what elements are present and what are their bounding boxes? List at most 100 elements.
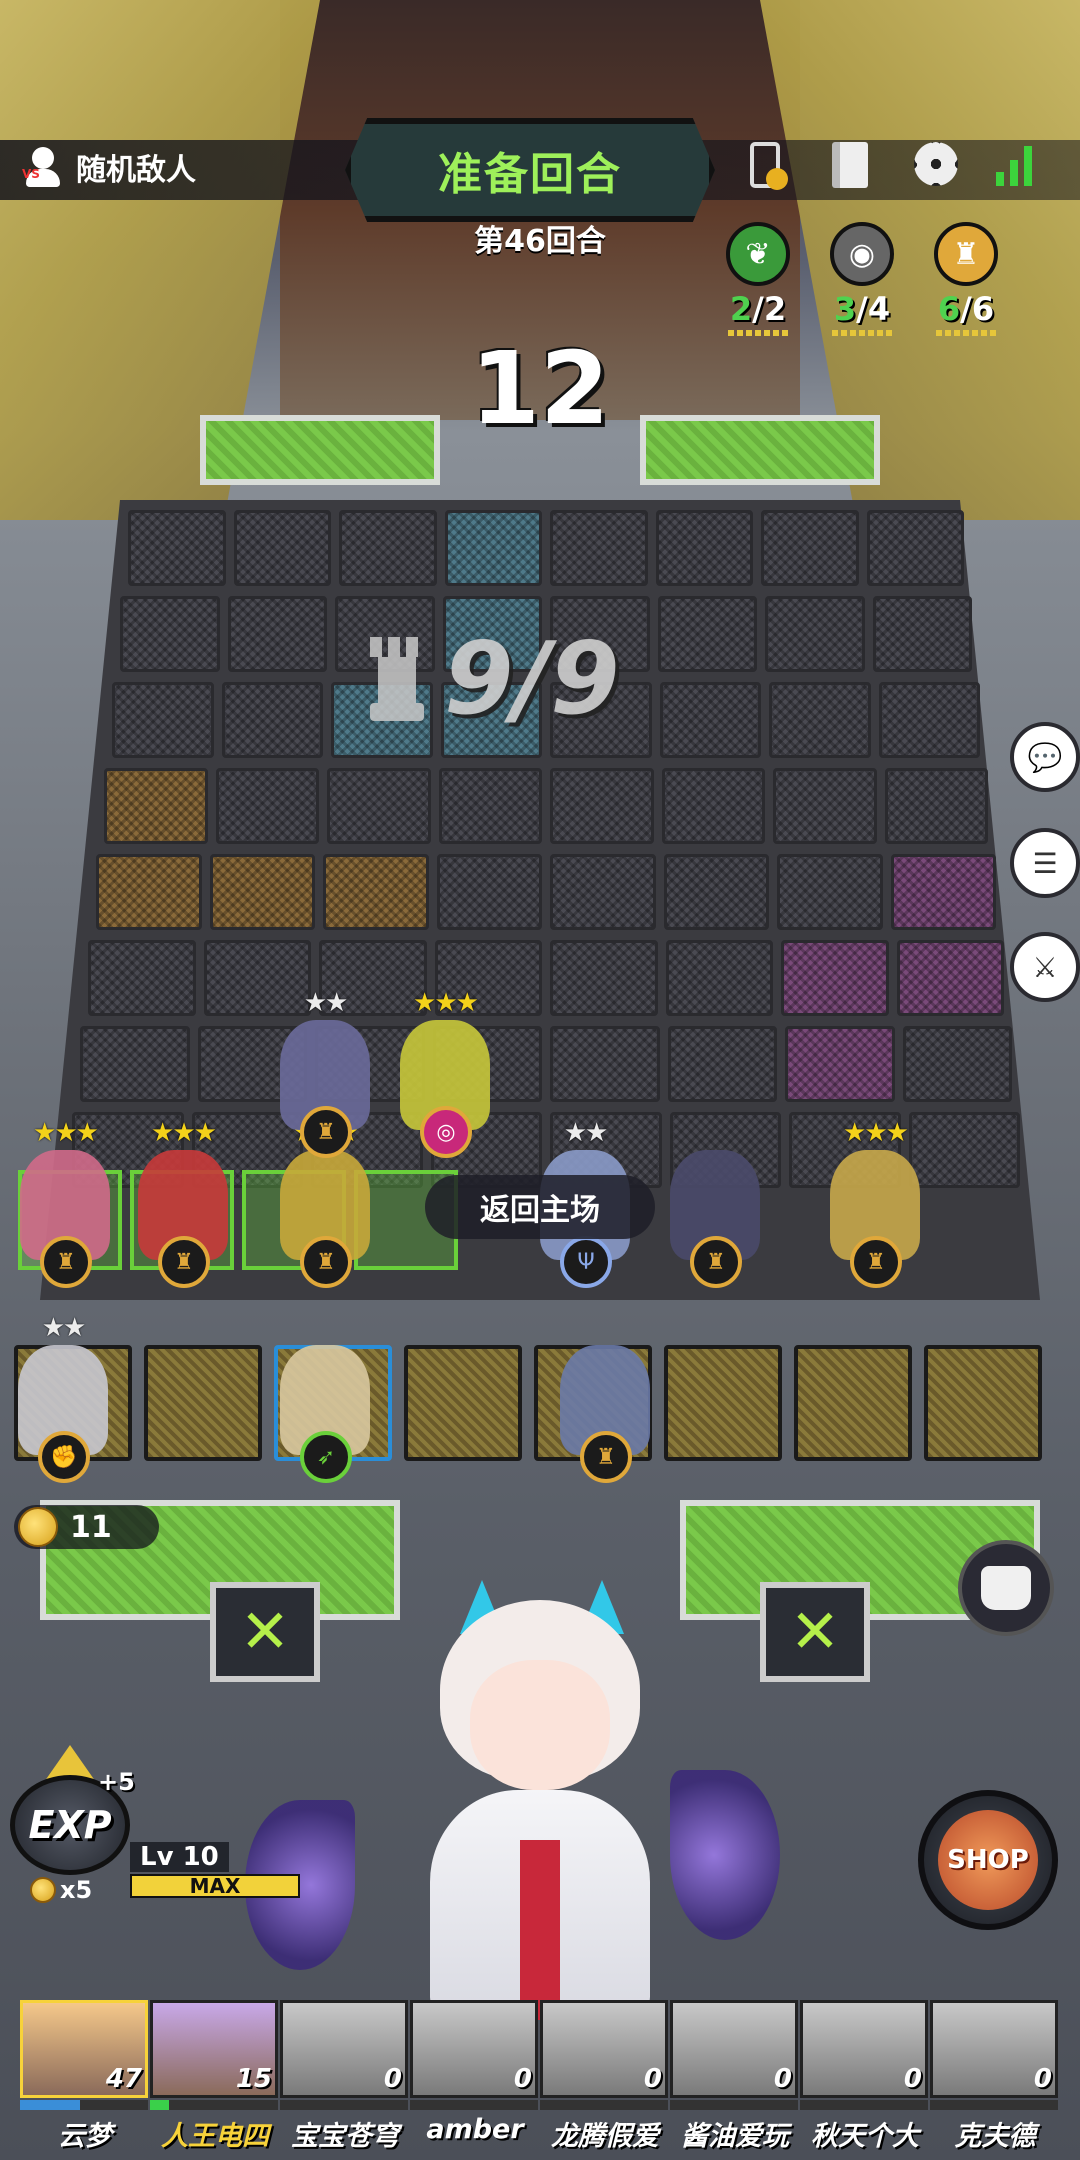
player-card[interactable]: 47 云梦 <box>20 2000 150 2160</box>
player-card[interactable]: 15 人王电四 <box>150 2000 280 2160</box>
board-tile[interactable] <box>902 1026 1012 1102</box>
board-tile[interactable] <box>323 854 429 930</box>
board-tile[interactable] <box>890 854 996 930</box>
board-tile[interactable] <box>769 682 871 758</box>
board-tile[interactable] <box>777 854 883 930</box>
board-tile[interactable] <box>550 1026 660 1102</box>
board-tile[interactable] <box>663 854 769 930</box>
trait-list: ❦ 2/2 ◉ 3/4 ♜ 6/6 <box>720 222 1004 336</box>
board-tile[interactable] <box>765 596 865 672</box>
board-tile[interactable] <box>657 596 757 672</box>
board-tile[interactable] <box>655 510 753 586</box>
book-icon[interactable] <box>832 142 876 190</box>
trait-item[interactable]: ♜ 6/6 <box>928 222 1004 336</box>
board-tile[interactable] <box>104 768 208 844</box>
crest-icon: ♜ <box>850 1236 902 1288</box>
player-hp-bar <box>800 2100 928 2110</box>
enemy-indicator[interactable]: VS 随机敌人 <box>22 145 196 189</box>
board-tile[interactable] <box>659 682 761 758</box>
level-text: Lv 10 <box>130 1842 229 1872</box>
player-card[interactable]: 0 酱油爱玩 <box>670 2000 800 2160</box>
bench-slot[interactable] <box>794 1345 912 1461</box>
board-tile[interactable] <box>438 768 542 844</box>
board-tile[interactable] <box>550 940 658 1016</box>
fist-icon: ✊ <box>38 1431 90 1483</box>
board-tile[interactable] <box>209 854 315 930</box>
tactician-avatar[interactable] <box>380 1580 700 2020</box>
board-champion[interactable]: ♜ <box>660 1150 770 1290</box>
bench-slot[interactable] <box>664 1345 782 1461</box>
trait-count: 2/2 <box>729 290 787 328</box>
board-tile[interactable] <box>884 768 988 844</box>
player-hp: 0 <box>513 2064 532 2094</box>
board-tile[interactable] <box>339 510 437 586</box>
board-tile[interactable] <box>773 768 877 844</box>
battle-log-button[interactable]: ⚔ <box>1010 932 1080 1002</box>
trait-item[interactable]: ❦ 2/2 <box>720 222 796 336</box>
board-tile[interactable] <box>872 596 972 672</box>
board-tile[interactable] <box>665 940 773 1016</box>
trait-item[interactable]: ◉ 3/4 <box>824 222 900 336</box>
bench-champion[interactable]: ➶ <box>270 1345 380 1485</box>
board-tile[interactable] <box>327 768 431 844</box>
player-card[interactable]: 0 秋天个大 <box>800 2000 930 2160</box>
enemy-label-text: 随机敌人 <box>76 153 196 188</box>
board-tile[interactable] <box>88 940 196 1016</box>
board-champion[interactable]: ★★★♜ <box>10 1118 120 1290</box>
phone-sync-icon[interactable] <box>750 142 794 190</box>
bench-slot[interactable] <box>144 1345 262 1461</box>
player-name: 宝宝苍穹 <box>291 2121 399 2152</box>
chat-button[interactable]: 💬 <box>1010 722 1080 792</box>
board-champion[interactable]: ★★★ ◎ <box>390 988 500 1160</box>
board-tile[interactable] <box>215 768 319 844</box>
leaf-icon: ❦ <box>726 222 790 286</box>
board-tile[interactable] <box>667 1026 777 1102</box>
player-name: 克夫德 <box>954 2121 1036 2152</box>
board-tile[interactable] <box>221 682 323 758</box>
board-champion[interactable]: ★★★♜ <box>128 1118 238 1290</box>
board-tile[interactable] <box>785 1026 895 1102</box>
board-tile[interactable] <box>444 510 542 586</box>
board-tile[interactable] <box>128 510 226 586</box>
bench-champion[interactable]: ♜ <box>550 1345 660 1485</box>
return-home-tooltip[interactable]: 返回主场 <box>425 1175 655 1239</box>
player-card[interactable]: 0 龙腾假爱 <box>540 2000 670 2160</box>
board-tile[interactable] <box>227 596 327 672</box>
board-champion[interactable]: ★★ ♜ <box>270 988 380 1160</box>
bench-champion[interactable]: ★★ ✊ <box>8 1313 118 1485</box>
board-champion[interactable]: ★★★♜ <box>820 1118 930 1290</box>
gear-icon[interactable] <box>914 142 958 190</box>
x-pad-right-icon: ✕ <box>760 1582 870 1682</box>
board-tile[interactable] <box>878 682 980 758</box>
board-tile[interactable] <box>112 682 214 758</box>
board-tile[interactable] <box>96 854 202 930</box>
board-tile[interactable] <box>436 854 542 930</box>
bench-slot[interactable] <box>924 1345 1042 1461</box>
board-tile[interactable] <box>761 510 859 586</box>
players-list-button[interactable]: ☰ <box>1010 828 1080 898</box>
player-card[interactable]: 0 克夫德 <box>930 2000 1060 2160</box>
board-champion[interactable]: ★★★♜ <box>270 1118 380 1290</box>
bench-slot[interactable] <box>404 1345 522 1461</box>
board-tile[interactable] <box>550 854 656 930</box>
board-tile[interactable] <box>80 1026 190 1102</box>
crest-icon: ♜ <box>934 222 998 286</box>
board-tile[interactable] <box>550 768 654 844</box>
shop-button[interactable]: SHOP <box>918 1790 1058 1930</box>
trait-progress-bar <box>936 330 996 336</box>
unit-count-text: 9/9 <box>444 620 620 737</box>
player-card[interactable]: 0 amber <box>410 2000 540 2160</box>
gold-counter: 11 <box>14 1505 159 1549</box>
board-tile[interactable] <box>120 596 220 672</box>
board-tile[interactable] <box>866 510 964 586</box>
board-tile[interactable] <box>896 940 1004 1016</box>
chat-icon: 💬 <box>1027 740 1063 774</box>
player-hp-bar <box>410 2100 538 2110</box>
board-tile[interactable] <box>661 768 765 844</box>
item-bag-button[interactable] <box>958 1540 1054 1636</box>
board-tile[interactable] <box>550 510 648 586</box>
target-icon: ◎ <box>420 1106 472 1158</box>
board-tile[interactable] <box>233 510 331 586</box>
board-tile[interactable] <box>781 940 889 1016</box>
player-card[interactable]: 0 宝宝苍穹 <box>280 2000 410 2160</box>
